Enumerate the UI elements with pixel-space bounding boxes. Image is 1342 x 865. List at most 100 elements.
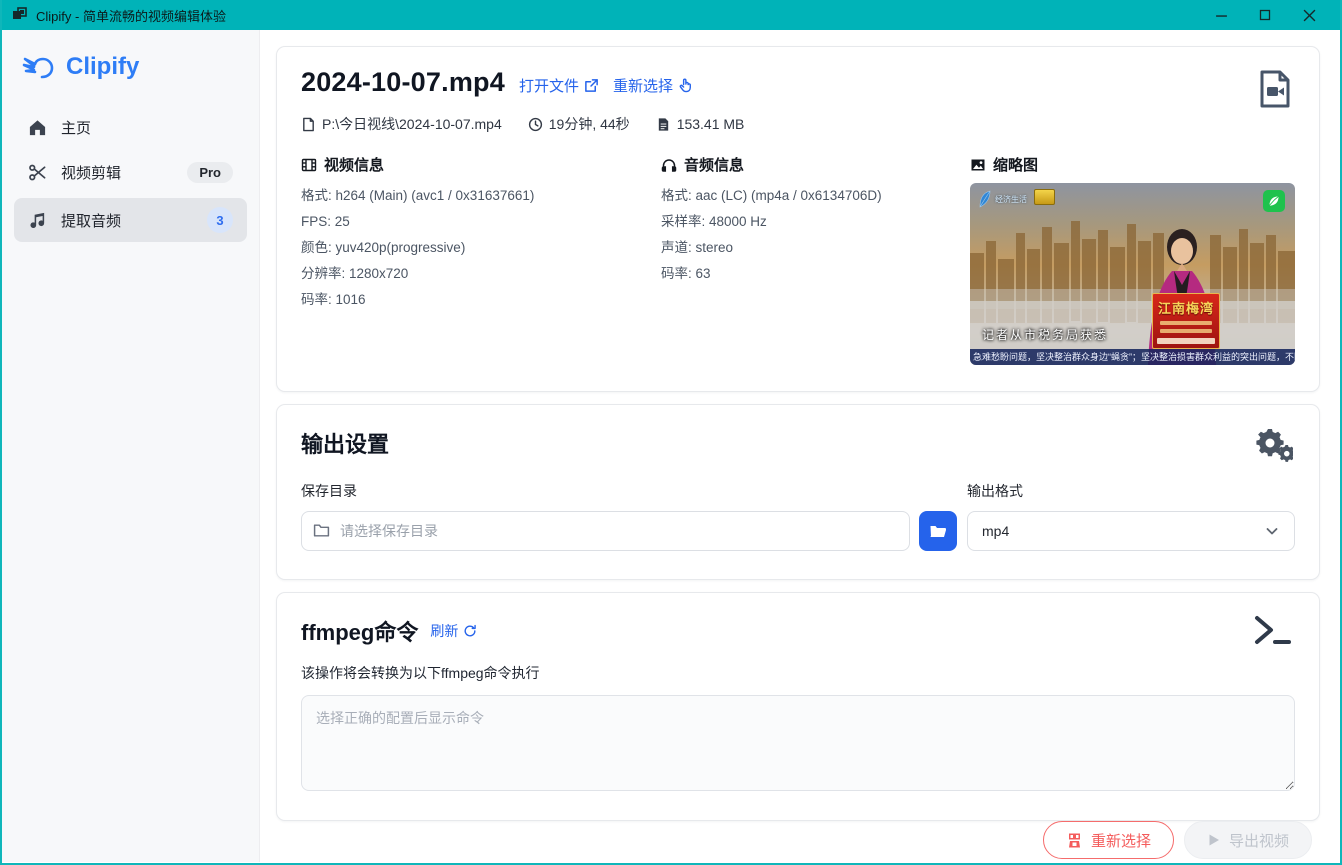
video-info-row: 格式: h264 (Main) (avc1 / 0x31637661) xyxy=(301,183,661,209)
home-icon xyxy=(28,118,47,137)
app-icon xyxy=(12,7,28,23)
film-icon xyxy=(301,157,317,173)
reselect-file-label: 重新选择 xyxy=(613,75,673,96)
audio-info-rows: 格式: aac (LC) (mp4a / 0x6134706D) 采样率: 48… xyxy=(661,183,970,287)
ad-banner: 江南梅湾 xyxy=(1152,293,1220,349)
refresh-command-link[interactable]: 刷新 xyxy=(430,621,477,641)
channel-name: 经济生活 xyxy=(995,194,1027,205)
thumbnail-title: 缩略图 xyxy=(993,154,1038,175)
video-info-row: FPS: 25 xyxy=(301,209,661,235)
leaf-icon xyxy=(1267,194,1281,208)
save-dir-group: 保存目录 xyxy=(301,481,957,551)
audio-info-title: 音频信息 xyxy=(684,154,744,175)
video-info-section: 视频信息 格式: h264 (Main) (avc1 / 0x31637661)… xyxy=(301,154,661,365)
maximize-button[interactable] xyxy=(1250,4,1280,26)
close-button[interactable] xyxy=(1294,4,1324,26)
video-info-row: 分辨率: 1280x720 xyxy=(301,261,661,287)
ffmpeg-title: ffmpeg命令 xyxy=(301,615,418,647)
file-path: P:\今日视线\2024-10-07.mp4 xyxy=(322,114,502,134)
sidebar-item-extract-audio[interactable]: 提取音频 3 xyxy=(14,198,247,242)
file-duration: 19分钟, 44秒 xyxy=(549,114,630,134)
ad-banner-title: 江南梅湾 xyxy=(1158,298,1214,317)
file-size-icon xyxy=(656,117,671,132)
folder-open-icon xyxy=(929,522,947,540)
headphones-icon xyxy=(661,157,677,173)
output-format-select[interactable]: mp4 xyxy=(967,511,1295,551)
ffmpeg-description: 该操作将会转换为以下ffmpeg命令执行 xyxy=(301,663,1295,683)
save-dir-label: 保存目录 xyxy=(301,481,957,501)
reselect-file-link[interactable]: 重新选择 xyxy=(613,75,693,96)
video-thumbnail[interactable]: 经济生活 江南梅湾 记者 xyxy=(970,183,1295,365)
refresh-icon xyxy=(463,624,477,638)
sidebar-item-label: 主页 xyxy=(61,117,91,138)
gears-icon[interactable] xyxy=(1251,429,1293,467)
audio-info-row: 码率: 63 xyxy=(661,261,970,287)
sidebar-item-home[interactable]: 主页 xyxy=(14,108,247,147)
output-settings-card: 输出设置 保存目录 xyxy=(276,404,1320,580)
close-icon xyxy=(1303,9,1316,22)
file-duration-item: 19分钟, 44秒 xyxy=(528,114,630,134)
ffmpeg-card: ffmpeg命令 刷新 该操作将会转换为以下ffmpeg命令执行 xyxy=(276,592,1320,821)
clipify-logo-icon xyxy=(22,52,56,82)
ad-banner-footer xyxy=(1157,338,1215,344)
reselect-button[interactable]: 重新选择 xyxy=(1043,821,1174,859)
output-format-group: 输出格式 mp4 xyxy=(967,481,1295,551)
feather-logo-icon xyxy=(978,190,992,208)
audio-info-row: 采样率: 48000 Hz xyxy=(661,209,970,235)
green-logo xyxy=(1263,190,1285,212)
play-icon xyxy=(1207,833,1221,847)
video-info-row: 码率: 1016 xyxy=(301,287,661,313)
browse-folder-button[interactable] xyxy=(919,511,957,551)
video-info-rows: 格式: h264 (Main) (avc1 / 0x31637661) FPS:… xyxy=(301,183,661,313)
sidebar-item-label: 视频剪辑 xyxy=(61,162,121,183)
export-video-button[interactable]: 导出视频 xyxy=(1184,821,1312,859)
output-format-label: 输出格式 xyxy=(967,481,1295,501)
sidebar-item-video-edit[interactable]: 视频剪辑 Pro xyxy=(14,153,247,192)
window-title: Clipify - 简单流畅的视频编辑体验 xyxy=(36,6,226,25)
minimize-button[interactable] xyxy=(1206,4,1236,26)
output-settings-title: 输出设置 xyxy=(301,427,1295,459)
ad-banner-line xyxy=(1160,321,1213,325)
open-file-label: 打开文件 xyxy=(519,75,579,96)
clock-icon xyxy=(528,117,543,132)
save-dir-input[interactable] xyxy=(301,511,910,551)
sidebar-nav: 主页 视频剪辑 Pro 提取音频 3 xyxy=(2,96,259,254)
file-meta-row: P:\今日视线\2024-10-07.mp4 19分钟, 44秒 153.41 … xyxy=(301,114,1295,134)
pro-badge: Pro xyxy=(187,162,233,183)
file-info-card: 2024-10-07.mp4 打开文件 重新选择 xyxy=(276,46,1320,392)
document-icon xyxy=(301,117,316,132)
open-file-link[interactable]: 打开文件 xyxy=(519,75,599,96)
minimize-icon xyxy=(1215,9,1228,22)
gold-badge-logo xyxy=(1034,189,1055,205)
titlebar: Clipify - 简单流畅的视频编辑体验 xyxy=(2,0,1340,30)
maximize-icon xyxy=(1259,9,1271,21)
ad-banner-line xyxy=(1160,329,1213,333)
video-info-title: 视频信息 xyxy=(324,154,384,175)
ffmpeg-command-textarea[interactable] xyxy=(301,695,1295,791)
channel-logo: 经济生活 xyxy=(978,190,1027,208)
reselect-film-icon xyxy=(1066,832,1083,849)
external-link-icon xyxy=(584,78,599,93)
file-path-item: P:\今日视线\2024-10-07.mp4 xyxy=(301,114,502,134)
file-video-icon xyxy=(1257,69,1293,109)
thumbnail-subtitle: 记者从市税务局获悉 xyxy=(982,326,1108,343)
terminal-icon xyxy=(1253,613,1291,647)
sidebar-item-label: 提取音频 xyxy=(61,210,121,231)
file-name: 2024-10-07.mp4 xyxy=(301,67,505,98)
pointer-hand-icon xyxy=(678,78,693,93)
app-window: Clipify - 简单流畅的视频编辑体验 xyxy=(0,0,1342,865)
footer-actions: 重新选择 导出视频 xyxy=(276,821,1320,859)
reselect-button-label: 重新选择 xyxy=(1091,830,1151,851)
refresh-label: 刷新 xyxy=(430,621,458,641)
sidebar: Clipify 主页 视频剪辑 Pro xyxy=(2,30,260,862)
audio-info-row: 格式: aac (LC) (mp4a / 0x6134706D) xyxy=(661,183,970,209)
export-button-label: 导出视频 xyxy=(1229,830,1289,851)
output-format-value: mp4 xyxy=(982,523,1009,539)
folder-outline-icon xyxy=(313,522,330,539)
logo-text: Clipify xyxy=(66,53,139,81)
thumbnail-section: 缩略图 xyxy=(970,154,1295,365)
file-size: 153.41 MB xyxy=(677,116,745,132)
music-note-icon xyxy=(28,211,47,230)
window-controls xyxy=(1206,4,1330,26)
audio-info-section: 音频信息 格式: aac (LC) (mp4a / 0x6134706D) 采样… xyxy=(661,154,970,365)
